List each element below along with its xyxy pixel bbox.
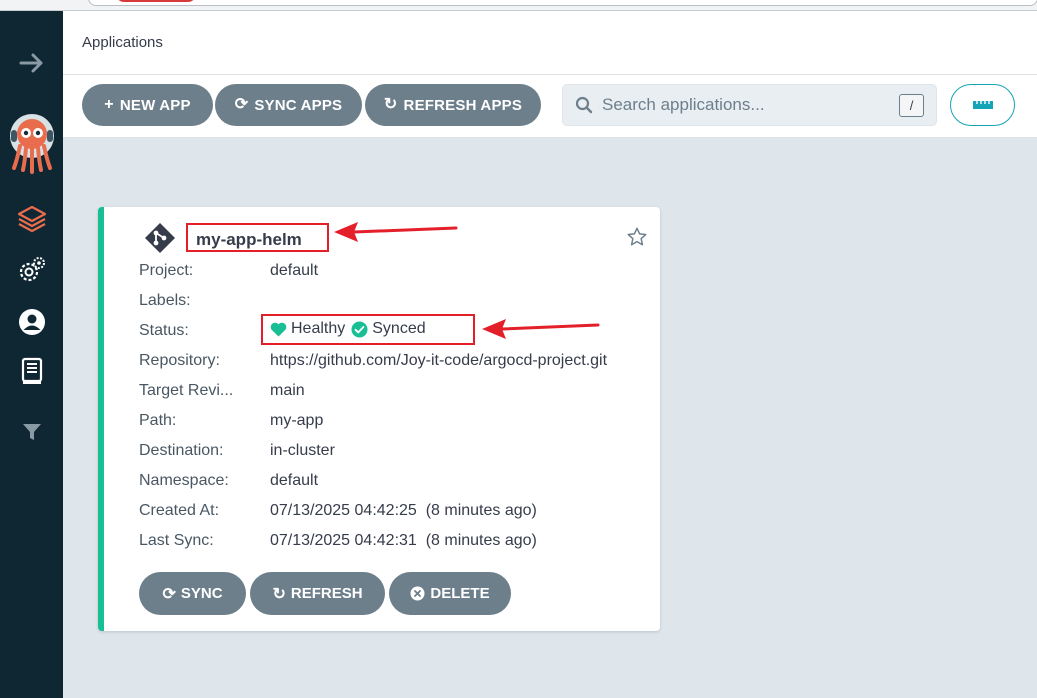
- page-title: Applications: [82, 34, 163, 51]
- new-app-label: NEW APP: [119, 96, 191, 114]
- annotation-arrow-status: [482, 319, 600, 339]
- sync-button[interactable]: ⟳ SYNC: [139, 572, 246, 615]
- argo-logo[interactable]: [0, 111, 63, 175]
- field-label: Labels:: [139, 292, 191, 309]
- sidebar-item-documentation[interactable]: [0, 356, 63, 386]
- sidebar-item-applications[interactable]: [0, 204, 63, 234]
- refresh-label: REFRESH: [290, 585, 363, 602]
- search-shortcut-key: /: [899, 94, 924, 117]
- filter-icon: [22, 424, 41, 440]
- delete-label: DELETE: [430, 585, 490, 602]
- field-label: Repository:: [139, 352, 220, 369]
- refresh-apps-button[interactable]: ↻ REFRESH APPS: [365, 84, 541, 126]
- field-label: Project:: [139, 262, 194, 279]
- delete-button[interactable]: DELETE: [389, 572, 511, 615]
- toolbar: + NEW APP ⟳ SYNC APPS ↻ REFRESH APPS /: [63, 75, 1037, 138]
- health-status: Healthy: [291, 320, 346, 337]
- app-tile[interactable]: my-app-helm Project: default Labels: Sta…: [98, 207, 660, 631]
- heart-icon: [270, 322, 287, 336]
- top-bar: Applications: [63, 11, 1037, 75]
- field-value: in-cluster: [270, 442, 335, 459]
- search-box[interactable]: /: [562, 84, 937, 126]
- git-icon: [145, 223, 175, 253]
- plus-icon: +: [104, 96, 114, 113]
- field-label: Path:: [139, 412, 177, 429]
- view-mode-button[interactable]: [950, 84, 1015, 126]
- field-value: my-app: [270, 412, 324, 429]
- expand-sidebar-button[interactable]: [0, 51, 63, 75]
- sync-icon: ⟳: [162, 585, 176, 603]
- field-label: Destination:: [139, 442, 224, 459]
- user-icon: [18, 309, 45, 335]
- ruler-icon: [972, 101, 993, 109]
- search-icon: [575, 96, 593, 114]
- field-label: Target Revi...: [139, 382, 234, 399]
- field-label: Namespace:: [139, 472, 229, 489]
- refresh-icon: ↻: [272, 585, 286, 603]
- sync-status: Synced: [372, 320, 426, 337]
- arrow-right-icon[interactable]: [19, 52, 45, 74]
- star-icon[interactable]: [626, 226, 648, 248]
- check-circle-icon: [351, 321, 368, 337]
- book-icon: [21, 357, 42, 384]
- sync-icon: ⟳: [234, 96, 249, 113]
- gear-icon: [19, 257, 45, 282]
- repository-link[interactable]: https://github.com/Joy-it-code/argocd-pr…: [270, 351, 607, 371]
- field-value: main: [270, 382, 305, 399]
- field-value: default: [270, 262, 319, 279]
- sync-apps-button[interactable]: ⟳ SYNC APPS: [215, 84, 362, 126]
- argo-octopus-logo: [9, 114, 54, 174]
- annotation-box-app-name: [186, 223, 329, 252]
- annotation-arrow-app-name: [334, 222, 458, 242]
- browser-button-edge[interactable]: [116, 0, 196, 2]
- field-label: Created At:: [139, 502, 220, 519]
- field-value: 07/13/2025 04:42:25 (8 minutes ago): [270, 502, 537, 519]
- field-value: 07/13/2025 04:42:31 (8 minutes ago): [270, 532, 537, 549]
- field-label: Last Sync:: [139, 532, 214, 549]
- refresh-apps-label: REFRESH APPS: [403, 96, 523, 114]
- status-value: Healthy Synced: [270, 320, 426, 338]
- refresh-icon: ↻: [383, 96, 398, 113]
- browser-tab-strip: [0, 0, 1037, 11]
- field-value: default: [270, 472, 319, 489]
- search-input[interactable]: [602, 93, 882, 117]
- close-circle-icon: [410, 586, 425, 601]
- sidebar: [0, 11, 63, 698]
- refresh-button[interactable]: ↻ REFRESH: [250, 572, 385, 615]
- sidebar-item-filters[interactable]: [0, 420, 63, 444]
- layers-icon: [17, 205, 46, 233]
- browser-address-bar-edge: [88, 0, 1037, 6]
- new-app-button[interactable]: + NEW APP: [82, 84, 213, 126]
- sync-apps-label: SYNC APPS: [254, 96, 343, 114]
- sidebar-item-settings[interactable]: [0, 255, 63, 285]
- sidebar-item-user-info[interactable]: [0, 307, 63, 337]
- sync-label: SYNC: [180, 585, 223, 602]
- field-label: Status:: [139, 322, 189, 339]
